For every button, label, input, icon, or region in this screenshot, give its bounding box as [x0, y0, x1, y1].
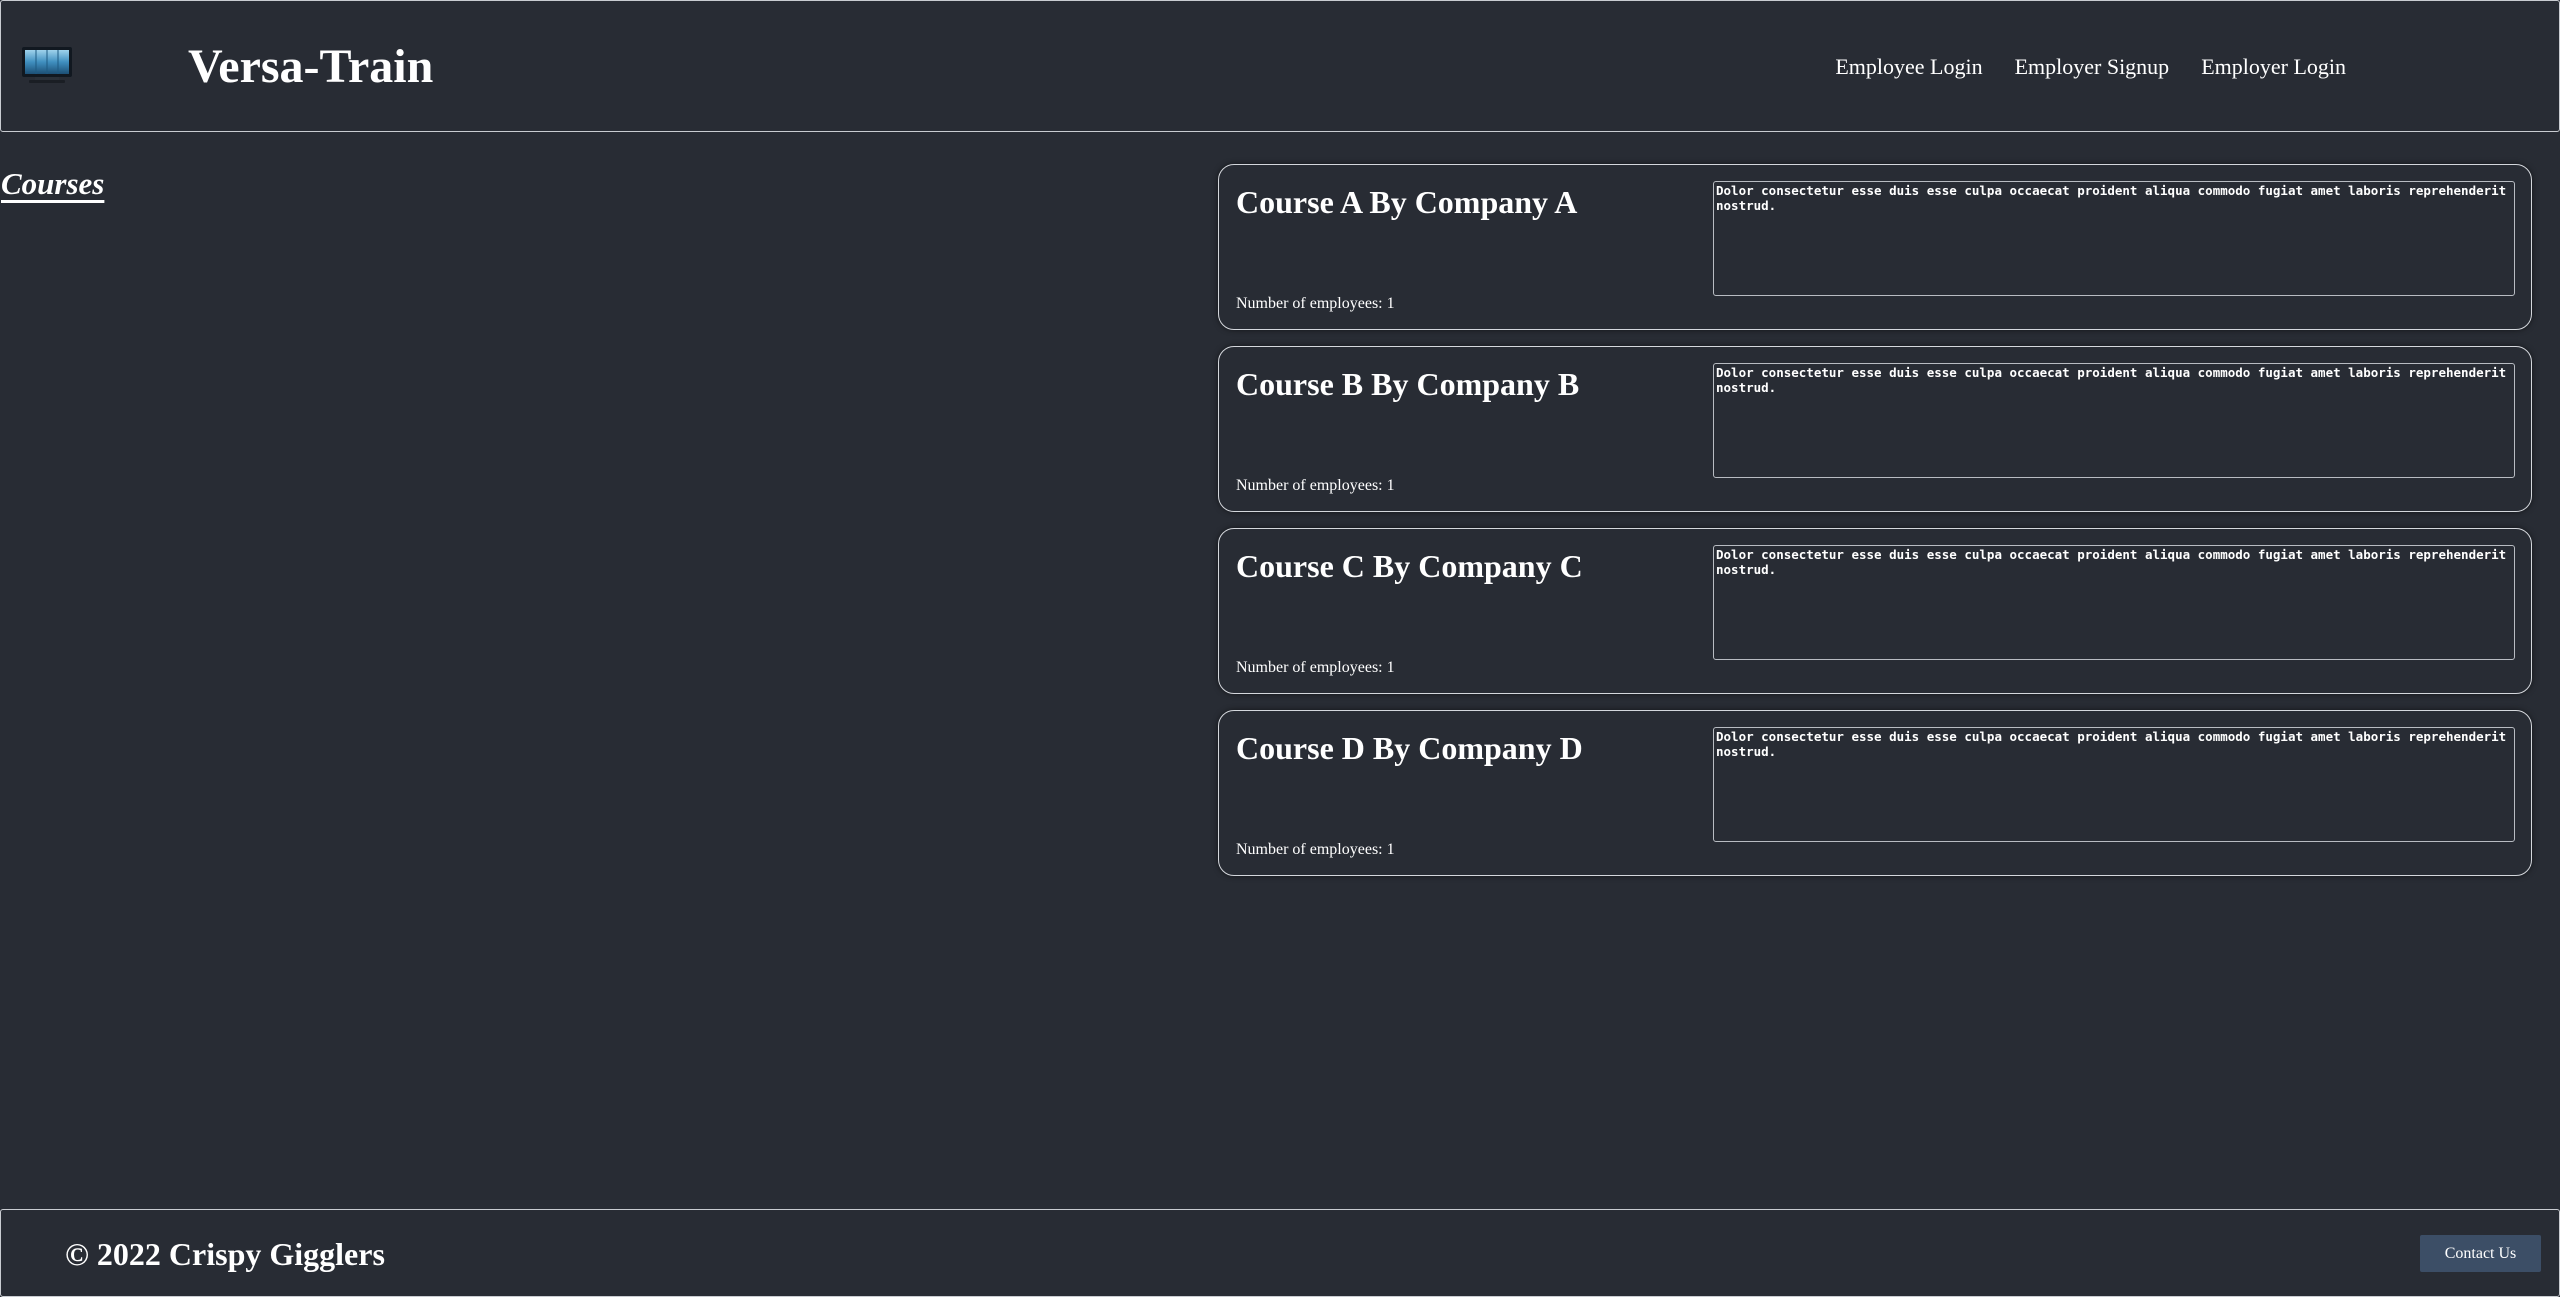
courses-heading: Courses [1, 166, 105, 201]
employee-count: Number of employees: 1 [1236, 477, 1395, 494]
course-title: Course C By Company C [1236, 548, 1583, 584]
employee-count: Number of employees: 1 [1236, 841, 1395, 858]
page: Versa-Train Employee Login Employer Sign… [0, 0, 2560, 1297]
course-description-field[interactable]: Dolor consectetur esse duis esse culpa o… [1713, 181, 2515, 296]
employee-count: Number of employees: 1 [1236, 295, 1395, 312]
nav-employer-login[interactable]: Employer Login [2201, 51, 2346, 83]
course-card: Course B By Company B Dolor consectetur … [1218, 346, 2532, 512]
computer-monitor-icon[interactable] [21, 46, 73, 84]
course-description-field[interactable]: Dolor consectetur esse duis esse culpa o… [1713, 545, 2515, 660]
course-list: Course A By Company A Dolor consectetur … [1218, 164, 2532, 892]
course-title: Course A By Company A [1236, 184, 1578, 220]
course-title: Course D By Company D [1236, 730, 1583, 766]
course-card: Course C By Company C Dolor consectetur … [1218, 528, 2532, 694]
site-footer: © 2022 Crispy Gigglers Contact Us [0, 1209, 2560, 1297]
nav-employee-login[interactable]: Employee Login [1835, 51, 1982, 83]
course-card: Course D By Company D Dolor consectetur … [1218, 710, 2532, 876]
site-header: Versa-Train Employee Login Employer Sign… [0, 0, 2560, 132]
contact-us-button[interactable]: Contact Us [2420, 1235, 2541, 1272]
copyright-text: © 2022 Crispy Gigglers [65, 1236, 385, 1272]
course-description-field[interactable]: Dolor consectetur esse duis esse culpa o… [1713, 363, 2515, 478]
course-card: Course A By Company A Dolor consectetur … [1218, 164, 2532, 330]
main-nav: Employee Login Employer Signup Employer … [1835, 51, 2346, 83]
course-title: Course B By Company B [1236, 366, 1580, 402]
employee-count: Number of employees: 1 [1236, 659, 1395, 676]
course-description-field[interactable]: Dolor consectetur esse duis esse culpa o… [1713, 727, 2515, 842]
nav-employer-signup[interactable]: Employer Signup [2015, 51, 2170, 83]
site-title[interactable]: Versa-Train [188, 35, 433, 99]
